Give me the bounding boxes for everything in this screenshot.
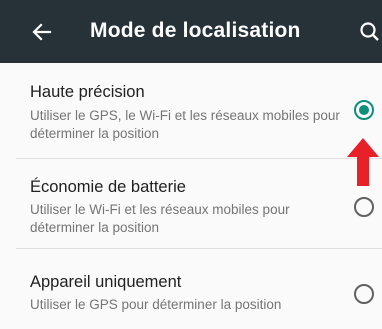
option-title: Économie de batterie xyxy=(30,178,186,196)
search-button[interactable] xyxy=(356,18,382,46)
radio-high-accuracy[interactable] xyxy=(354,100,374,120)
option-battery-saving[interactable]: Économie de batterie Utiliser le Wi-Fi e… xyxy=(0,158,382,248)
search-icon xyxy=(360,22,379,41)
option-device-only[interactable]: Appareil uniquement Utiliser le GPS pour… xyxy=(0,248,382,329)
option-title: Haute précision xyxy=(30,83,145,101)
radio-device-only[interactable] xyxy=(354,284,374,304)
radio-battery-saving[interactable] xyxy=(354,197,374,217)
arrow-left-icon xyxy=(32,23,52,41)
option-high-accuracy[interactable]: Haute précision Utiliser le GPS, le Wi-F… xyxy=(0,63,382,158)
page-title: Mode de localisation xyxy=(90,19,301,42)
option-description: Utiliser le GPS pour déterminer la posit… xyxy=(30,297,282,312)
option-title: Appareil uniquement xyxy=(30,273,182,291)
back-button[interactable] xyxy=(28,18,56,46)
radio-dot xyxy=(359,105,369,115)
option-description: Utiliser le GPS, le Wi-Fi et les réseaux… xyxy=(30,108,340,141)
option-description: Utiliser le Wi-Fi et les réseaux mobiles… xyxy=(30,202,290,235)
app-bar: Mode de localisation xyxy=(0,0,382,63)
red-up-arrow-icon xyxy=(347,138,379,186)
